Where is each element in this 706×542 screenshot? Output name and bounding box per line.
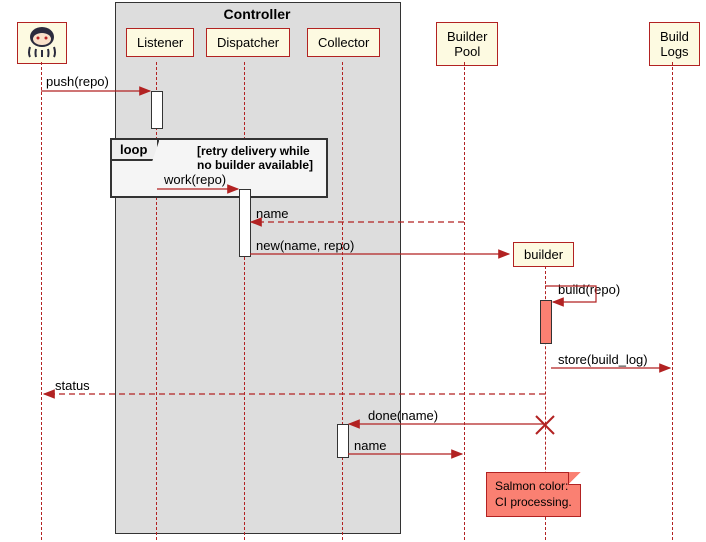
- lifeline-listener: [156, 62, 157, 540]
- participant-builder-pool: Builder Pool: [436, 22, 498, 66]
- participant-builder: builder: [513, 242, 574, 267]
- msg-name-return: name: [256, 206, 289, 221]
- loop-condition: [retry delivery while no builder availab…: [197, 144, 313, 173]
- msg-done: done(name): [368, 408, 438, 423]
- msg-name-fwd: name: [354, 438, 387, 453]
- participant-collector: Collector: [307, 28, 380, 57]
- lifeline-dispatcher: [244, 62, 245, 540]
- loop-keyword: loop: [112, 140, 159, 161]
- activation-builder-build: [540, 300, 552, 344]
- github-actor-icon: [17, 22, 67, 64]
- note-salmon: Salmon color: CI processing.: [486, 472, 581, 517]
- msg-push: push(repo): [46, 74, 109, 89]
- participant-listener: Listener: [126, 28, 194, 57]
- msg-build: build(repo): [558, 282, 620, 297]
- msg-work: work(repo): [164, 172, 226, 187]
- activation-collector: [337, 424, 349, 458]
- lifeline-collector: [342, 62, 343, 540]
- msg-status: status: [55, 378, 90, 393]
- msg-store: store(build_log): [558, 352, 648, 367]
- lifeline-github: [41, 62, 42, 540]
- controller-group-box: [115, 2, 401, 534]
- activation-listener: [151, 91, 163, 129]
- controller-group-title: Controller: [115, 6, 399, 22]
- lifeline-build-logs: [672, 62, 673, 540]
- activation-dispatcher: [239, 189, 251, 257]
- participant-dispatcher: Dispatcher: [206, 28, 290, 57]
- lifeline-builder-pool: [464, 62, 465, 540]
- msg-new: new(name, repo): [256, 238, 354, 253]
- loop-fragment: loop [retry delivery while no builder av…: [110, 138, 328, 198]
- participant-build-logs: Build Logs: [649, 22, 700, 66]
